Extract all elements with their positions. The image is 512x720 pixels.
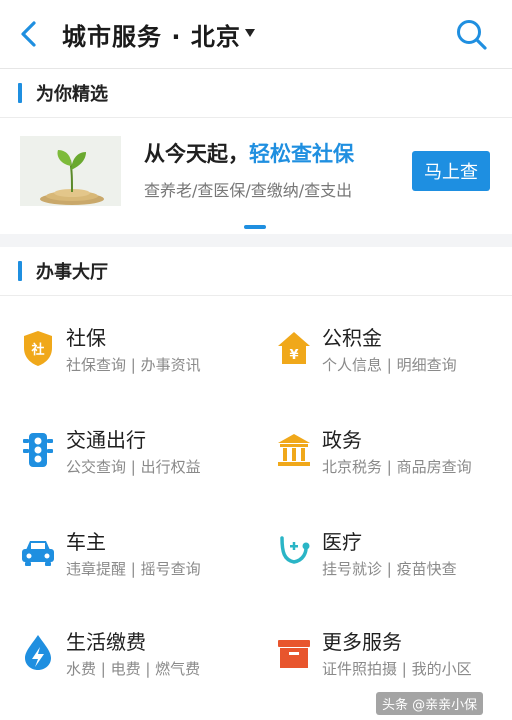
service-car-owner[interactable]: 车主 违章提醒 | 摇号查询 bbox=[20, 526, 260, 596]
service-social-security[interactable]: 社 社保 社保查询 | 办事资讯 bbox=[20, 322, 260, 392]
svg-text:社: 社 bbox=[30, 342, 44, 358]
promo-title-highlight: 轻松查社保 bbox=[249, 142, 354, 166]
service-housing-fund[interactable]: ¥ 公积金 个人信息 | 明细查询 bbox=[276, 322, 512, 392]
service-description: 公交查询 | 出行权益 bbox=[66, 458, 201, 476]
service-government[interactable]: 政务 北京税务 | 商品房查询 bbox=[276, 424, 512, 494]
promo-subtitle: 查养老/查医保/查缴纳/查支出 bbox=[144, 181, 353, 200]
service-name: 更多服务 bbox=[322, 630, 402, 654]
service-description: 社保查询 | 办事资讯 bbox=[66, 356, 201, 374]
watermark: 头条 @亲亲小保 bbox=[376, 692, 484, 715]
page-title: 城市服务 · 北京 bbox=[62, 23, 241, 51]
section-marker bbox=[18, 83, 22, 103]
service-description: 挂号就诊 | 疫苗快查 bbox=[322, 560, 457, 578]
carousel-indicator[interactable] bbox=[244, 225, 266, 229]
service-description: 违章提醒 | 摇号查询 bbox=[66, 560, 201, 578]
service-description: 水费 | 电费 | 燃气费 bbox=[66, 660, 201, 678]
service-name: 公积金 bbox=[322, 326, 382, 350]
service-medical[interactable]: 医疗 挂号就诊 | 疫苗快查 bbox=[276, 526, 512, 596]
service-name: 车主 bbox=[66, 530, 106, 554]
service-name: 社保 bbox=[66, 326, 106, 350]
service-name: 医疗 bbox=[322, 530, 362, 554]
svg-text:¥: ¥ bbox=[289, 348, 298, 363]
services-section-title: 办事大厅 bbox=[36, 262, 108, 283]
promo-image[interactable] bbox=[20, 136, 121, 206]
search-icon[interactable] bbox=[454, 17, 488, 51]
car-icon bbox=[22, 541, 54, 566]
stethoscope-icon bbox=[280, 536, 310, 564]
featured-section-title: 为你精选 bbox=[36, 84, 108, 105]
service-name: 政务 bbox=[322, 428, 362, 452]
box-icon bbox=[278, 640, 310, 668]
housing-fund-house-icon: ¥ bbox=[278, 332, 310, 364]
government-building-icon bbox=[278, 434, 310, 466]
featured-section-header: 为你精选 bbox=[0, 69, 512, 118]
plant-coins-image bbox=[20, 136, 121, 206]
social-security-shield-icon: 社 bbox=[24, 331, 52, 366]
service-more[interactable]: 更多服务 证件照拍摄 | 我的小区 bbox=[276, 626, 512, 696]
section-marker bbox=[18, 261, 22, 281]
service-description: 个人信息 | 明细查询 bbox=[322, 356, 457, 374]
caret-down-icon[interactable] bbox=[244, 28, 256, 38]
service-description: 证件照拍摄 | 我的小区 bbox=[322, 660, 472, 678]
service-transportation[interactable]: 交通出行 公交查询 | 出行权益 bbox=[20, 424, 260, 494]
service-utility-payment[interactable]: 生活缴费 水费 | 电费 | 燃气费 bbox=[20, 626, 260, 696]
check-now-button[interactable]: 马上查 bbox=[412, 151, 490, 191]
service-description: 北京税务 | 商品房查询 bbox=[322, 458, 472, 476]
header-bar: 城市服务 · 北京 bbox=[0, 0, 512, 69]
service-name: 交通出行 bbox=[66, 428, 146, 452]
services-section-header: 办事大厅 bbox=[0, 247, 512, 296]
service-name: 生活缴费 bbox=[66, 630, 146, 654]
chevron-left-icon[interactable] bbox=[14, 18, 44, 50]
promo-title: 从今天起，轻松查社保 bbox=[144, 138, 354, 168]
traffic-light-icon bbox=[23, 433, 53, 467]
page: 城市服务 · 北京 为你精选 从今天起，轻松查社保 查养老/查医保/查缴纳/查支… bbox=[0, 0, 512, 720]
promo-title-prefix: 从今天起， bbox=[144, 142, 249, 166]
water-drop-bolt-icon bbox=[25, 635, 51, 670]
